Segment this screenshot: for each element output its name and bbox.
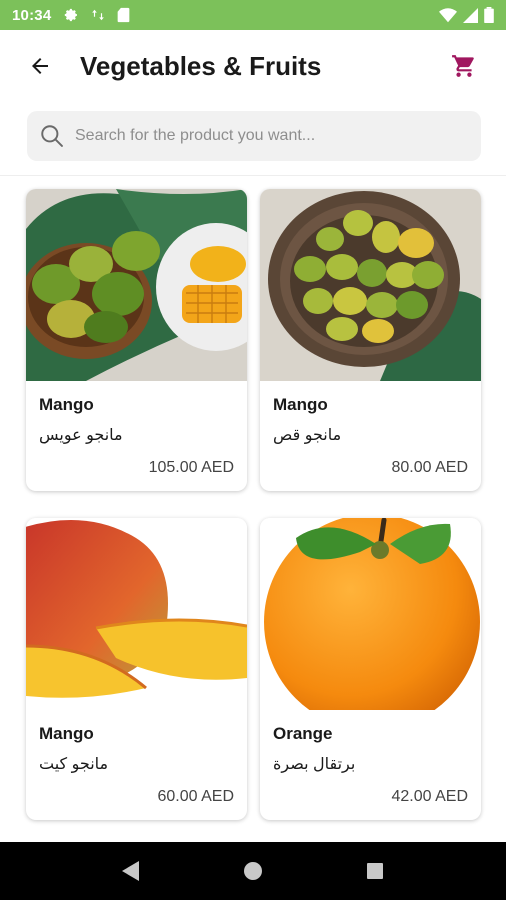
product-name-4: Orange (273, 724, 333, 743)
product-name-ar-3: مانجو كيت (39, 756, 109, 773)
wifi-icon (439, 7, 457, 23)
product-price-2: 80.00 AED (391, 459, 469, 476)
product-card-4[interactable]: Orange برتقال بصرة 42.00 AED (260, 518, 481, 820)
square-recents-icon (367, 863, 383, 879)
product-name-ar-2: مانجو قص (273, 427, 342, 444)
product-name-ar-1: مانجو عويس (39, 427, 123, 444)
product-card-2[interactable]: Mango مانجو قص 80.00 AED (260, 189, 481, 491)
search-bar[interactable] (27, 111, 481, 161)
screen: 10:34 Vegetables & Fruits Search for the… (0, 0, 506, 900)
back-button[interactable] (20, 46, 60, 86)
product-image-2 (260, 189, 481, 381)
status-time: 10:34 (12, 6, 52, 24)
product-price-4: 42.00 AED (391, 788, 469, 805)
product-image-1 (26, 189, 247, 381)
battery-icon (484, 7, 494, 23)
circle-home-icon (244, 862, 262, 880)
system-nav-bar (0, 842, 506, 900)
product-name-2: Mango (273, 395, 328, 414)
product-image-3 (26, 518, 247, 710)
app-bar: Vegetables & Fruits (0, 30, 506, 102)
status-icons-right (439, 7, 494, 23)
status-icons-left (63, 7, 130, 23)
triangle-back-icon (122, 861, 139, 881)
signal-icon (463, 7, 478, 23)
data-transfer-icon (91, 8, 105, 22)
sd-card-icon (117, 7, 130, 23)
search-input[interactable] (75, 127, 455, 145)
product-card-3[interactable]: Mango مانجو كيت 60.00 AED (26, 518, 247, 820)
nav-back-button[interactable] (111, 851, 151, 891)
product-price-1: 105.00 AED (148, 459, 234, 476)
header-divider (0, 175, 506, 176)
nav-recents-button[interactable] (355, 851, 395, 891)
product-name-3: Mango (39, 724, 94, 743)
product-card-1[interactable]: Mango مانجو عويس 105.00 AED (26, 189, 247, 491)
product-price-3: 60.00 AED (157, 788, 235, 805)
page-title: Vegetables & Fruits (80, 50, 322, 81)
shopping-cart-icon (452, 55, 474, 77)
cart-button[interactable] (444, 46, 484, 86)
product-name-ar-4: برتقال بصرة (273, 756, 356, 773)
settings-gear-icon (63, 7, 79, 23)
arrow-left-icon (32, 58, 48, 74)
product-image-4 (260, 518, 481, 710)
status-bar: 10:34 (0, 0, 506, 30)
search-icon (41, 125, 63, 147)
product-name-1: Mango (39, 395, 94, 414)
nav-home-button[interactable] (233, 851, 273, 891)
